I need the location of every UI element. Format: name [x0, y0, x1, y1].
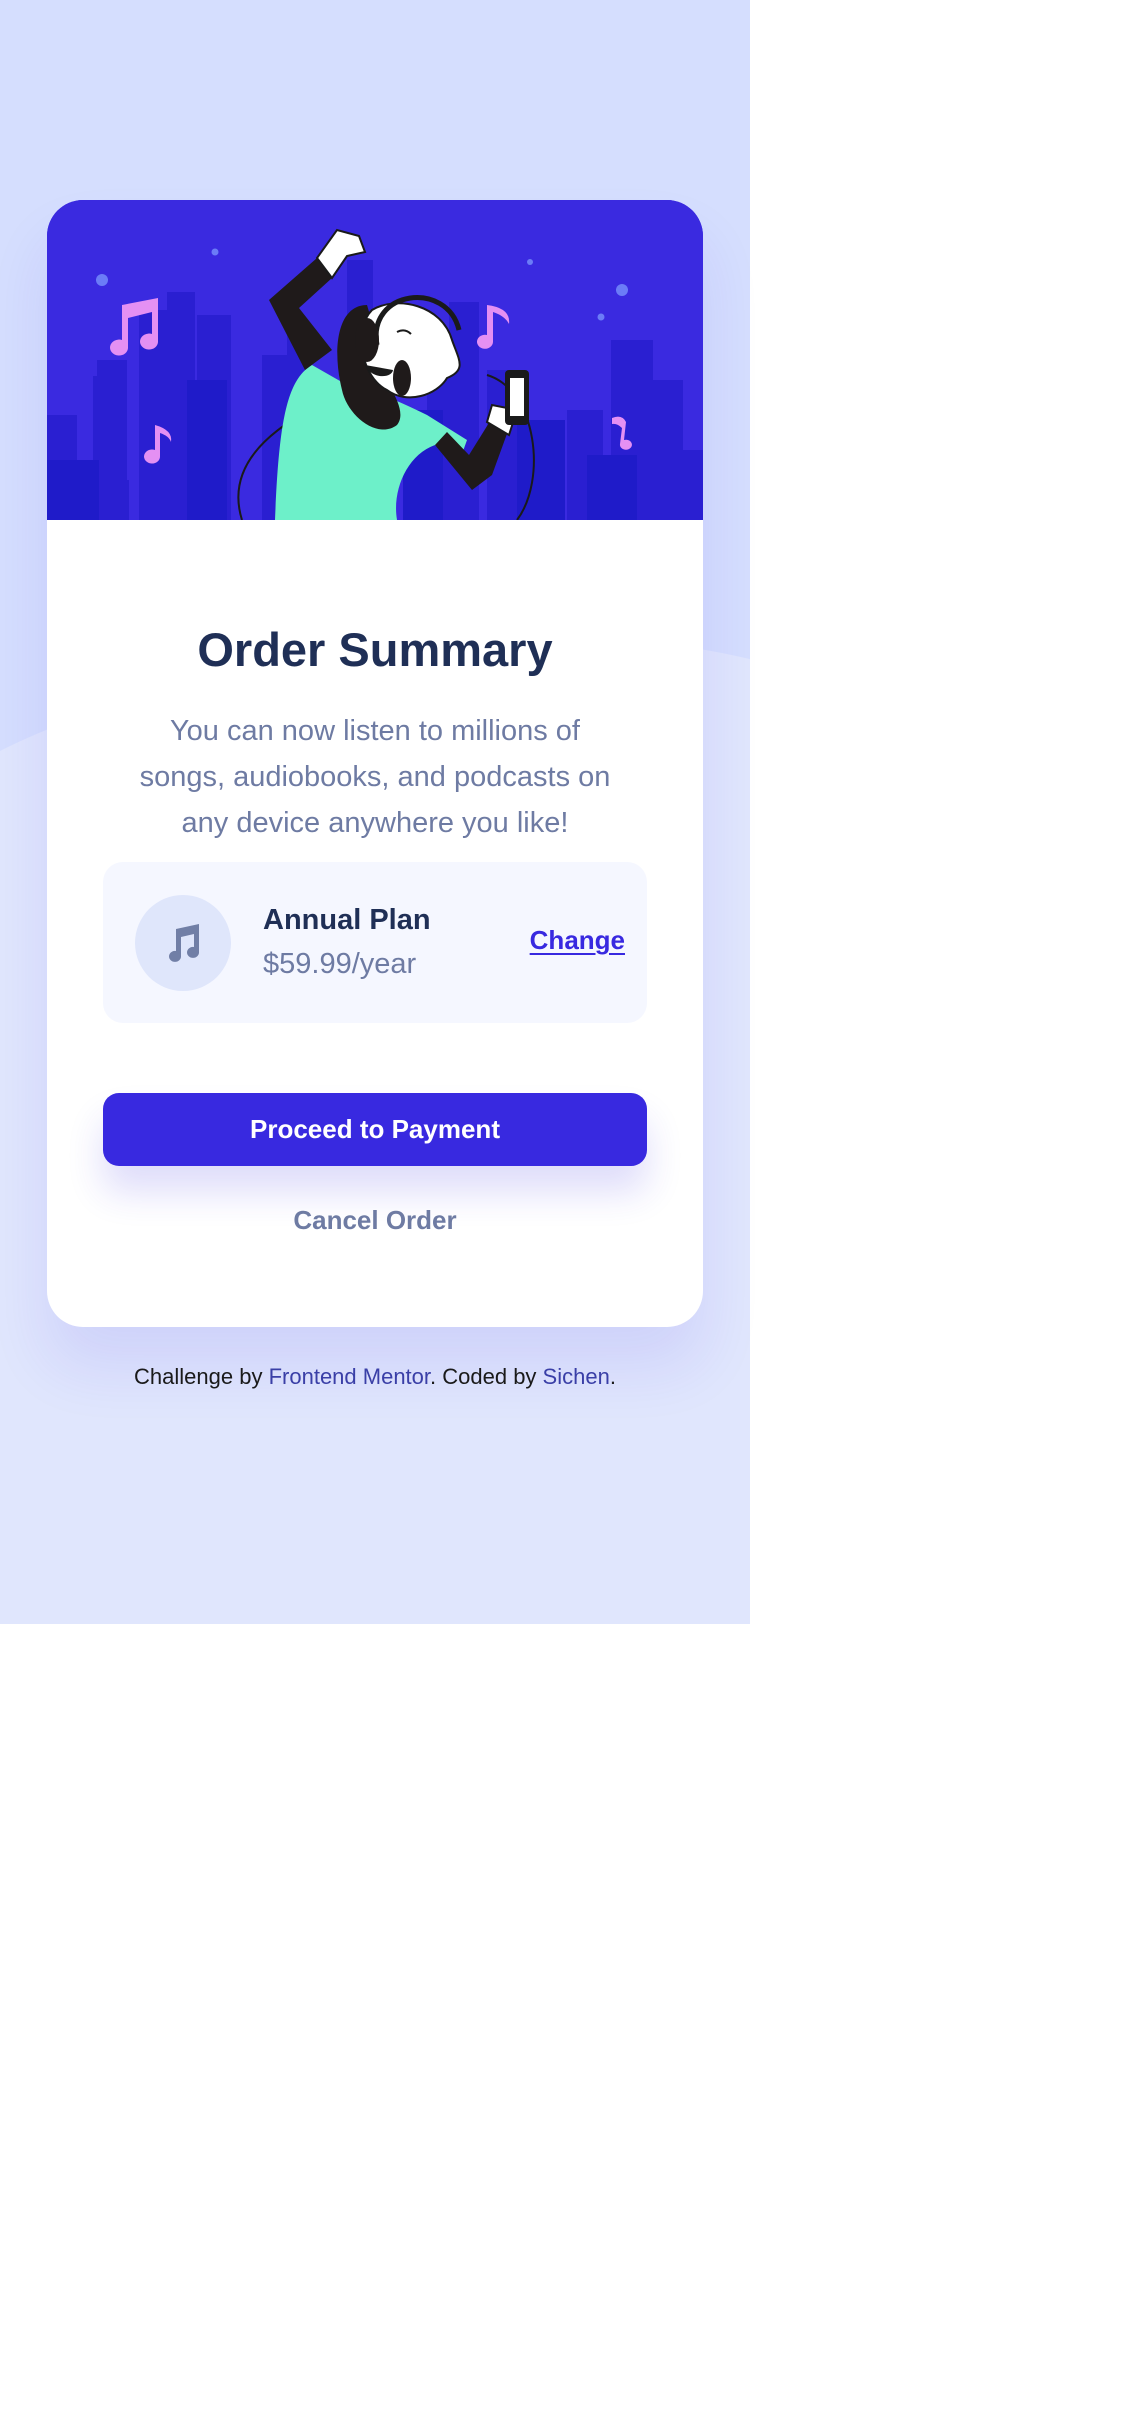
order-description: You can now listen to millions of songs,…	[139, 715, 611, 839]
attribution-middle: . Coded by	[430, 1364, 543, 1389]
cancel-order-button[interactable]: Cancel Order	[47, 1200, 703, 1240]
plan-panel: Annual Plan $59.99/year Change	[103, 862, 647, 1023]
frontend-mentor-link[interactable]: Frontend Mentor	[269, 1364, 430, 1389]
attribution-suffix: .	[609, 1364, 616, 1389]
hero-illustration-svg	[47, 200, 703, 520]
plan-name: Annual Plan	[263, 904, 431, 936]
order-summary-card: Order Summary You can now listen to mill…	[47, 200, 703, 1327]
change-plan-link[interactable]: Change	[530, 922, 625, 958]
page-title: Order Summary	[197, 623, 553, 676]
music-note-icon	[135, 895, 231, 991]
proceed-to-payment-button[interactable]: Proceed to Payment	[103, 1093, 647, 1166]
hero-illustration	[47, 200, 703, 520]
plan-price: $59.99/year	[263, 948, 417, 980]
attribution-footer: Challenge by Frontend Mentor. Coded by S…	[0, 1360, 750, 1394]
author-link[interactable]: Sichen	[543, 1364, 610, 1389]
attribution-prefix: Challenge by	[134, 1364, 269, 1389]
